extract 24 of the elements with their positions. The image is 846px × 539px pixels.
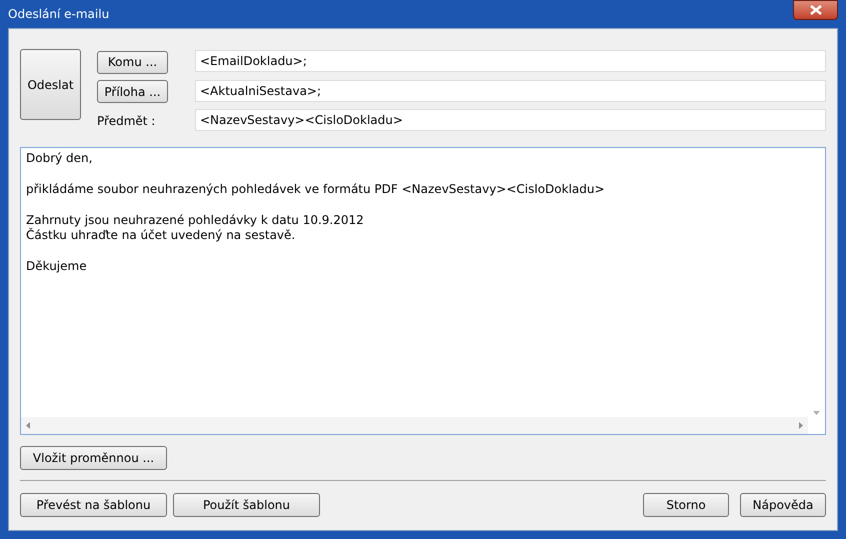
dialog-button[interactable]: Storno xyxy=(643,493,729,517)
close-icon xyxy=(810,5,822,15)
input-field[interactable]: <EmailDokladu>; xyxy=(195,50,826,72)
input-field[interactable]: <AktualniSestava>; xyxy=(195,80,826,102)
message-line: přikládáme soubor neuhrazených pohledávek ve formátu PDF <NazevSestavy><CisloDokladu> xyxy=(26,182,606,197)
message-line: Zahrnuty jsou neuhrazené pohledávky k datu 10.9.2012 xyxy=(26,213,365,228)
scroll-left-icon[interactable] xyxy=(26,422,30,429)
dialog-button[interactable]: Nápověda xyxy=(740,493,826,517)
window-title: Odeslání e-mailu xyxy=(8,6,110,23)
message-line: Děkujeme xyxy=(26,259,88,274)
subject-label: Předmět : xyxy=(97,114,156,128)
insert-variable-button[interactable]: Vložit proměnnou ... xyxy=(20,446,167,470)
field-button[interactable]: Příloha ... xyxy=(97,80,168,103)
message-body-field[interactable] xyxy=(20,147,826,435)
close-button[interactable] xyxy=(793,0,838,20)
template-button[interactable]: Převést na šablonu xyxy=(20,493,167,517)
scroll-down-icon[interactable] xyxy=(813,411,820,415)
field-button[interactable]: Komu ... xyxy=(97,50,168,74)
send-button[interactable]: Odeslat xyxy=(20,49,81,120)
template-button[interactable]: Použít šablonu xyxy=(173,493,320,517)
scroll-right-icon[interactable] xyxy=(799,422,803,429)
message-line: Částku uhraďte na účet uvedený na sestavě. xyxy=(26,228,296,243)
message-line: Dobrý den, xyxy=(26,151,94,166)
input-field[interactable]: <NazevSestavy><CisloDokladu> xyxy=(195,109,826,131)
